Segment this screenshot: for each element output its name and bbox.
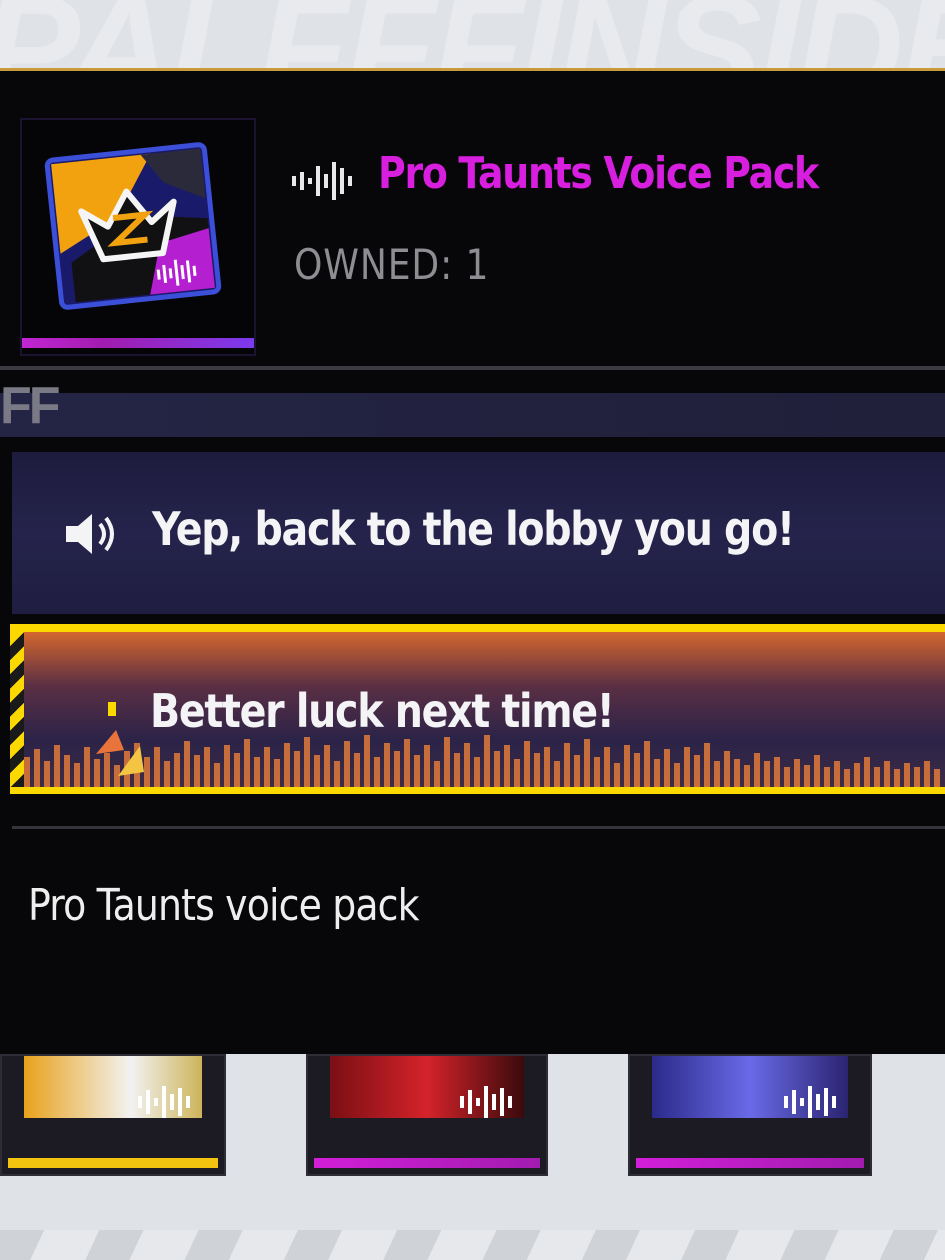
rarity-bar: [314, 1158, 540, 1168]
hazard-stripe: [10, 632, 24, 787]
section-tag: FF: [0, 377, 61, 435]
voice-wave-icon: [138, 1086, 190, 1118]
voice-line-text: Yep, back to the lobby you go!: [152, 502, 795, 556]
voice-pack-card[interactable]: [628, 1054, 872, 1176]
voice-pack-card[interactable]: [306, 1054, 548, 1176]
arrow-decoration-icon: [96, 730, 144, 776]
rarity-bar: [22, 338, 254, 348]
voice-wave-icon: [460, 1086, 512, 1118]
owned-count: OWNED: 1: [294, 240, 490, 289]
section-band: [0, 393, 945, 437]
divider: [0, 366, 945, 370]
divider: [12, 826, 945, 829]
rarity-bar: [636, 1158, 864, 1168]
speaker-icon[interactable]: [64, 512, 118, 556]
voice-line-row-selected[interactable]: Better luck next time!: [10, 624, 945, 794]
background-stripes: [0, 1230, 945, 1260]
voice-pack-crown-icon: [44, 142, 222, 310]
voice-pack-card[interactable]: [0, 1054, 226, 1176]
playing-indicator: [108, 702, 116, 716]
rarity-bar: [8, 1158, 218, 1168]
item-description: Pro Taunts voice pack: [28, 880, 420, 931]
voice-line-row[interactable]: Yep, back to the lobby you go!: [12, 452, 945, 614]
voice-wave-icon: [784, 1086, 836, 1118]
voice-wave-icon: [292, 162, 352, 200]
item-title: Pro Taunts Voice Pack: [378, 148, 819, 199]
voice-line-text: Better luck next time!: [150, 684, 615, 738]
